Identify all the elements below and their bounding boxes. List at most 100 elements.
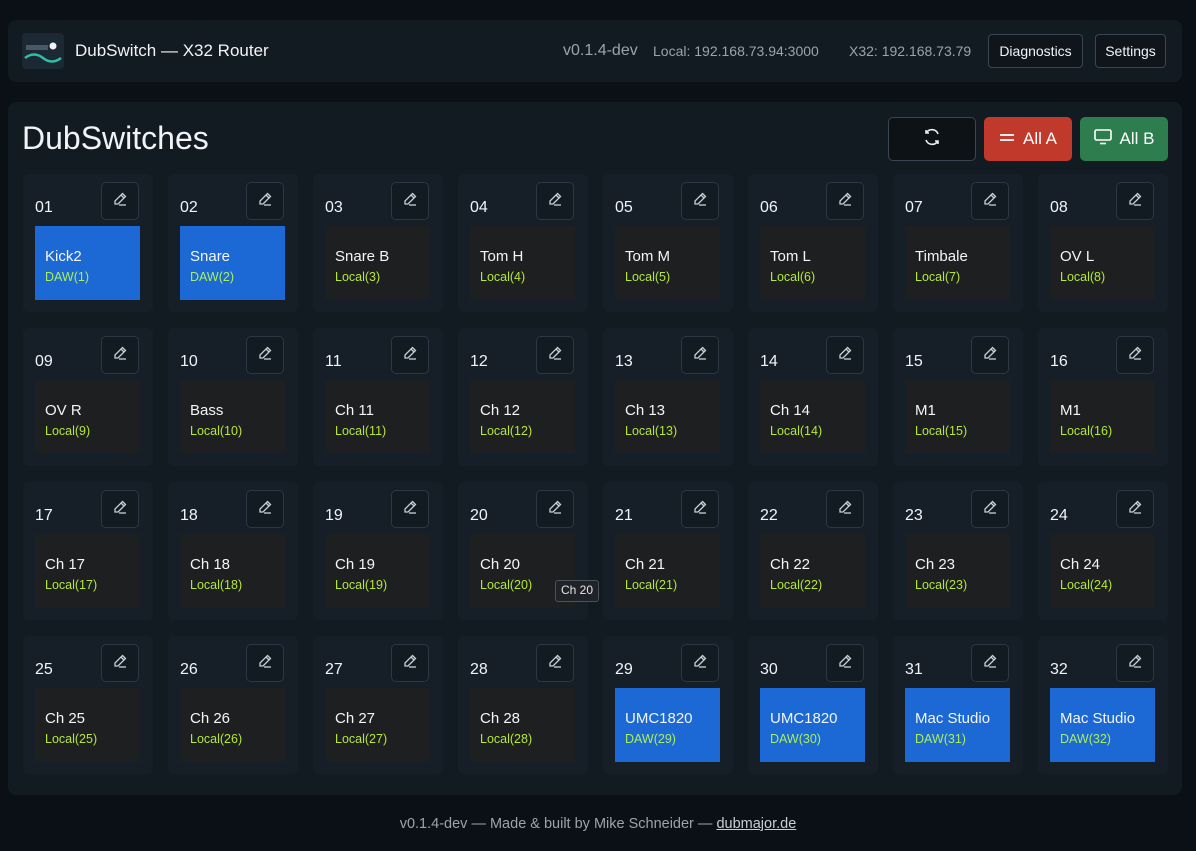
all-a-button[interactable]: All A	[984, 117, 1072, 161]
channel-switch[interactable]: Snare B Local(3)	[325, 226, 430, 300]
edit-button[interactable]	[536, 182, 574, 220]
edit-button[interactable]	[1116, 490, 1154, 528]
edit-button[interactable]	[101, 644, 139, 682]
channel-switch[interactable]: Mac Studio DAW(31)	[905, 688, 1010, 762]
channel-switch[interactable]: Mac Studio DAW(32)	[1050, 688, 1155, 762]
edit-button[interactable]	[681, 336, 719, 374]
channel-switch[interactable]: UMC1820 DAW(30)	[760, 688, 865, 762]
edit-button[interactable]	[826, 182, 864, 220]
edit-button[interactable]	[391, 644, 429, 682]
channel-switch[interactable]: Ch 25 Local(25)	[35, 688, 140, 762]
channel-switch[interactable]: Ch 11 Local(11)	[325, 380, 430, 454]
app-logo-icon	[22, 33, 64, 69]
channel-source: Local(8)	[1060, 270, 1106, 284]
channel-switch[interactable]: Kick2 DAW(1)	[35, 226, 140, 300]
edit-button[interactable]	[681, 490, 719, 528]
edit-button[interactable]	[681, 182, 719, 220]
channel-name: Mac Studio	[1060, 710, 1136, 727]
channel-number: 24	[1050, 507, 1068, 524]
edit-button[interactable]	[971, 182, 1009, 220]
edit-button[interactable]	[971, 336, 1009, 374]
channel-switch[interactable]: Ch 13 Local(13)	[615, 380, 720, 454]
pencil-icon	[112, 191, 128, 212]
channel-number: 29	[615, 661, 633, 678]
channel-switch[interactable]: Ch 17 Local(17)	[35, 534, 140, 608]
channel-tile: 10 Bass Local(10)	[168, 328, 298, 466]
channel-switch[interactable]: Ch 23 Local(23)	[905, 534, 1010, 608]
pencil-icon	[982, 345, 998, 366]
edit-button[interactable]	[536, 644, 574, 682]
channel-number: 02	[180, 199, 198, 216]
edit-button[interactable]	[101, 336, 139, 374]
channel-tile: 24 Ch 24 Local(24)	[1038, 482, 1168, 620]
channel-number: 12	[470, 353, 488, 370]
edit-button[interactable]	[971, 490, 1009, 528]
edit-button[interactable]	[246, 490, 284, 528]
channel-switch[interactable]: Timbale Local(7)	[905, 226, 1010, 300]
monitor-icon	[1093, 128, 1112, 150]
pencil-icon	[402, 499, 418, 520]
footer-link[interactable]: dubmajor.de	[716, 816, 796, 832]
channel-name: Ch 25	[45, 710, 86, 727]
edit-button[interactable]	[826, 336, 864, 374]
channel-switch[interactable]: Ch 19 Local(19)	[325, 534, 430, 608]
edit-button[interactable]	[1116, 644, 1154, 682]
channel-switch[interactable]: Ch 26 Local(26)	[180, 688, 285, 762]
diagnostics-button[interactable]: Diagnostics	[988, 34, 1083, 68]
pencil-icon	[402, 191, 418, 212]
refresh-button[interactable]	[888, 117, 976, 161]
channel-switch[interactable]: Ch 28 Local(28)	[470, 688, 575, 762]
channel-name: M1	[915, 402, 936, 419]
pencil-icon	[112, 499, 128, 520]
all-b-label: All B	[1119, 129, 1155, 148]
channel-switch[interactable]: Ch 27 Local(27)	[325, 688, 430, 762]
edit-button[interactable]	[246, 336, 284, 374]
channel-number: 14	[760, 353, 778, 370]
channel-switch[interactable]: UMC1820 DAW(29)	[615, 688, 720, 762]
channel-switch[interactable]: Ch 22 Local(22)	[760, 534, 865, 608]
settings-button[interactable]: Settings	[1095, 34, 1166, 68]
channel-switch[interactable]: Tom M Local(5)	[615, 226, 720, 300]
channel-switch[interactable]: Tom L Local(6)	[760, 226, 865, 300]
edit-button[interactable]	[391, 490, 429, 528]
edit-button[interactable]	[246, 182, 284, 220]
edit-button[interactable]	[246, 644, 284, 682]
all-b-button[interactable]: All B	[1080, 117, 1168, 161]
channel-switch[interactable]: Ch 18 Local(18)	[180, 534, 285, 608]
edit-button[interactable]	[826, 490, 864, 528]
edit-button[interactable]	[536, 490, 574, 528]
channel-number: 16	[1050, 353, 1068, 370]
channel-switch[interactable]: OV R Local(9)	[35, 380, 140, 454]
edit-button[interactable]	[391, 182, 429, 220]
footer-text: v0.1.4-dev — Made & built by Mike Schnei…	[399, 816, 717, 832]
channel-switch[interactable]: OV L Local(8)	[1050, 226, 1155, 300]
edit-button[interactable]	[1116, 336, 1154, 374]
edit-button[interactable]	[971, 644, 1009, 682]
channel-switch[interactable]: Tom H Local(4)	[470, 226, 575, 300]
channel-name: Timbale	[915, 248, 968, 265]
channel-switch[interactable]: Bass Local(10)	[180, 380, 285, 454]
channel-source: DAW(29)	[625, 732, 676, 746]
channel-switch[interactable]: Ch 24 Local(24)	[1050, 534, 1155, 608]
pencil-icon	[1127, 345, 1143, 366]
edit-button[interactable]	[826, 644, 864, 682]
edit-button[interactable]	[681, 644, 719, 682]
channel-name: Tom H	[480, 248, 524, 265]
pencil-icon	[1127, 499, 1143, 520]
edit-button[interactable]	[536, 336, 574, 374]
channel-switch[interactable]: Ch 12 Local(12)	[470, 380, 575, 454]
edit-button[interactable]	[101, 490, 139, 528]
channel-number: 27	[325, 661, 343, 678]
channel-number: 20	[470, 507, 488, 524]
pencil-icon	[402, 345, 418, 366]
channel-switch[interactable]: Snare DAW(2)	[180, 226, 285, 300]
edit-button[interactable]	[391, 336, 429, 374]
channel-tile: 01 Kick2 DAW(1)	[23, 174, 153, 312]
channel-switch[interactable]: Ch 21 Local(21)	[615, 534, 720, 608]
pencil-icon	[1127, 653, 1143, 674]
channel-switch[interactable]: M1 Local(15)	[905, 380, 1010, 454]
channel-switch[interactable]: M1 Local(16)	[1050, 380, 1155, 454]
edit-button[interactable]	[101, 182, 139, 220]
edit-button[interactable]	[1116, 182, 1154, 220]
channel-switch[interactable]: Ch 14 Local(14)	[760, 380, 865, 454]
